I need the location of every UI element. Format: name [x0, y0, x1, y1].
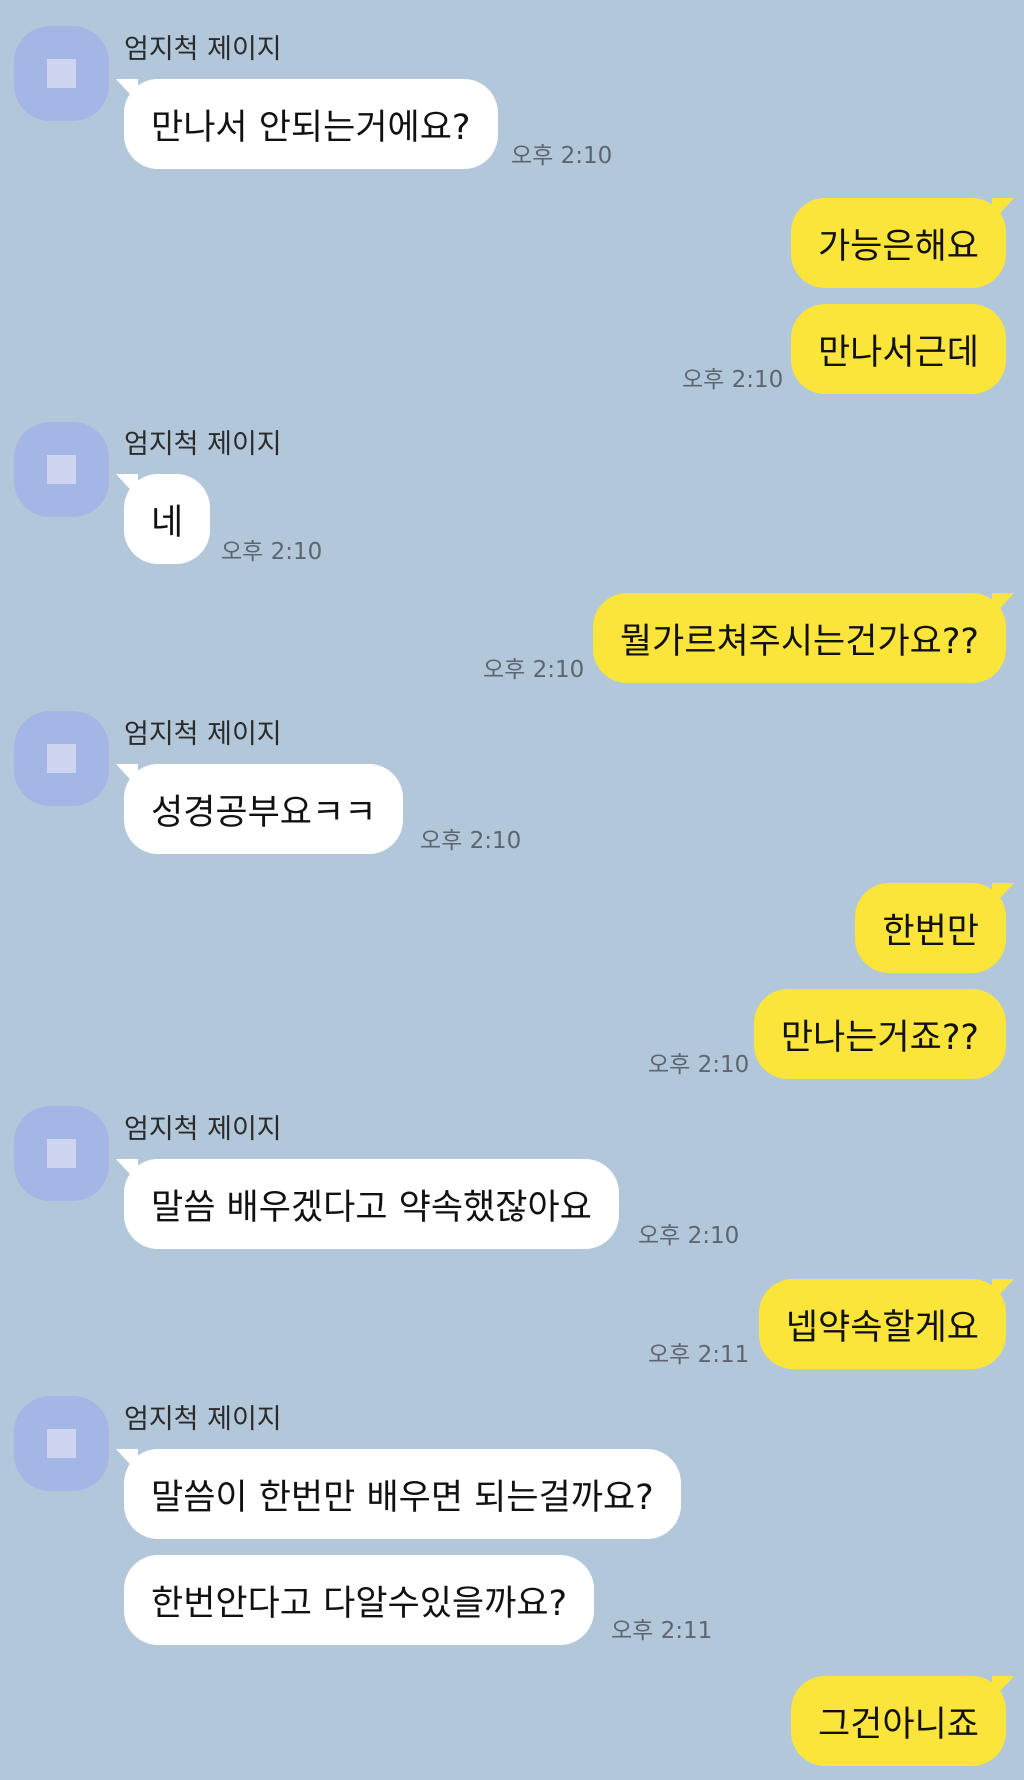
avatar-placeholder-icon [47, 455, 76, 484]
message-bubble-incoming[interactable]: 만나서 안되는거에요? [116, 79, 498, 169]
message-bubble-outgoing[interactable]: 가능은해요 [790, 198, 1015, 288]
sender-avatar[interactable] [14, 1106, 109, 1201]
message-time: 오후 2:10 [682, 367, 784, 393]
sender-avatar[interactable] [14, 711, 109, 806]
sender-name: 엄지척 제이지 [124, 34, 282, 65]
message-time: 오후 2:10 [221, 539, 323, 565]
message-bubble-outgoing[interactable]: 만나는거죠?? [753, 989, 1006, 1079]
chat-room: 엄지척 제이지 만나서 안되는거에요? 오후 2:10 가능은해요 만나서근데 … [0, 0, 1024, 1780]
sender-name: 엄지척 제이지 [124, 1114, 282, 1145]
sender-avatar[interactable] [14, 26, 109, 121]
message-bubble-outgoing[interactable]: 그건아니죠 [790, 1676, 1015, 1766]
sender-name: 엄지척 제이지 [124, 429, 282, 460]
message-time: 오후 2:11 [611, 1618, 713, 1644]
message-time: 오후 2:10 [420, 828, 522, 854]
sender-avatar[interactable] [14, 422, 109, 517]
avatar-placeholder-icon [47, 1429, 76, 1458]
message-time: 오후 2:10 [648, 1052, 750, 1078]
message-bubble-outgoing[interactable]: 만나서근데 [790, 304, 1006, 394]
message-bubble-incoming[interactable]: 말씀 배우겠다고 약속했잖아요 [116, 1159, 619, 1249]
sender-name: 엄지척 제이지 [124, 1404, 282, 1435]
message-bubble-incoming[interactable]: 한번안다고 다알수있을까요? [124, 1555, 595, 1645]
message-bubble-incoming[interactable]: 네 [115, 474, 211, 564]
sender-name: 엄지척 제이지 [124, 719, 282, 750]
message-bubble-incoming[interactable]: 성경공부요ㅋㅋ [115, 764, 404, 854]
message-bubble-outgoing[interactable]: 뭘가르쳐주시는건가요?? [592, 593, 1015, 683]
message-time: 오후 2:10 [638, 1223, 740, 1249]
message-time: 오후 2:11 [648, 1342, 750, 1368]
avatar-placeholder-icon [47, 744, 76, 773]
message-bubble-incoming[interactable]: 말씀이 한번만 배우면 되는걸까요? [116, 1449, 681, 1539]
sender-avatar[interactable] [14, 1396, 109, 1491]
message-time: 오후 2:10 [483, 657, 585, 683]
avatar-placeholder-icon [47, 1139, 76, 1168]
message-bubble-outgoing[interactable]: 한번만 [855, 883, 1014, 973]
message-bubble-outgoing[interactable]: 넵약속할게요 [758, 1279, 1015, 1369]
message-time: 오후 2:10 [511, 143, 613, 169]
avatar-placeholder-icon [47, 59, 76, 88]
